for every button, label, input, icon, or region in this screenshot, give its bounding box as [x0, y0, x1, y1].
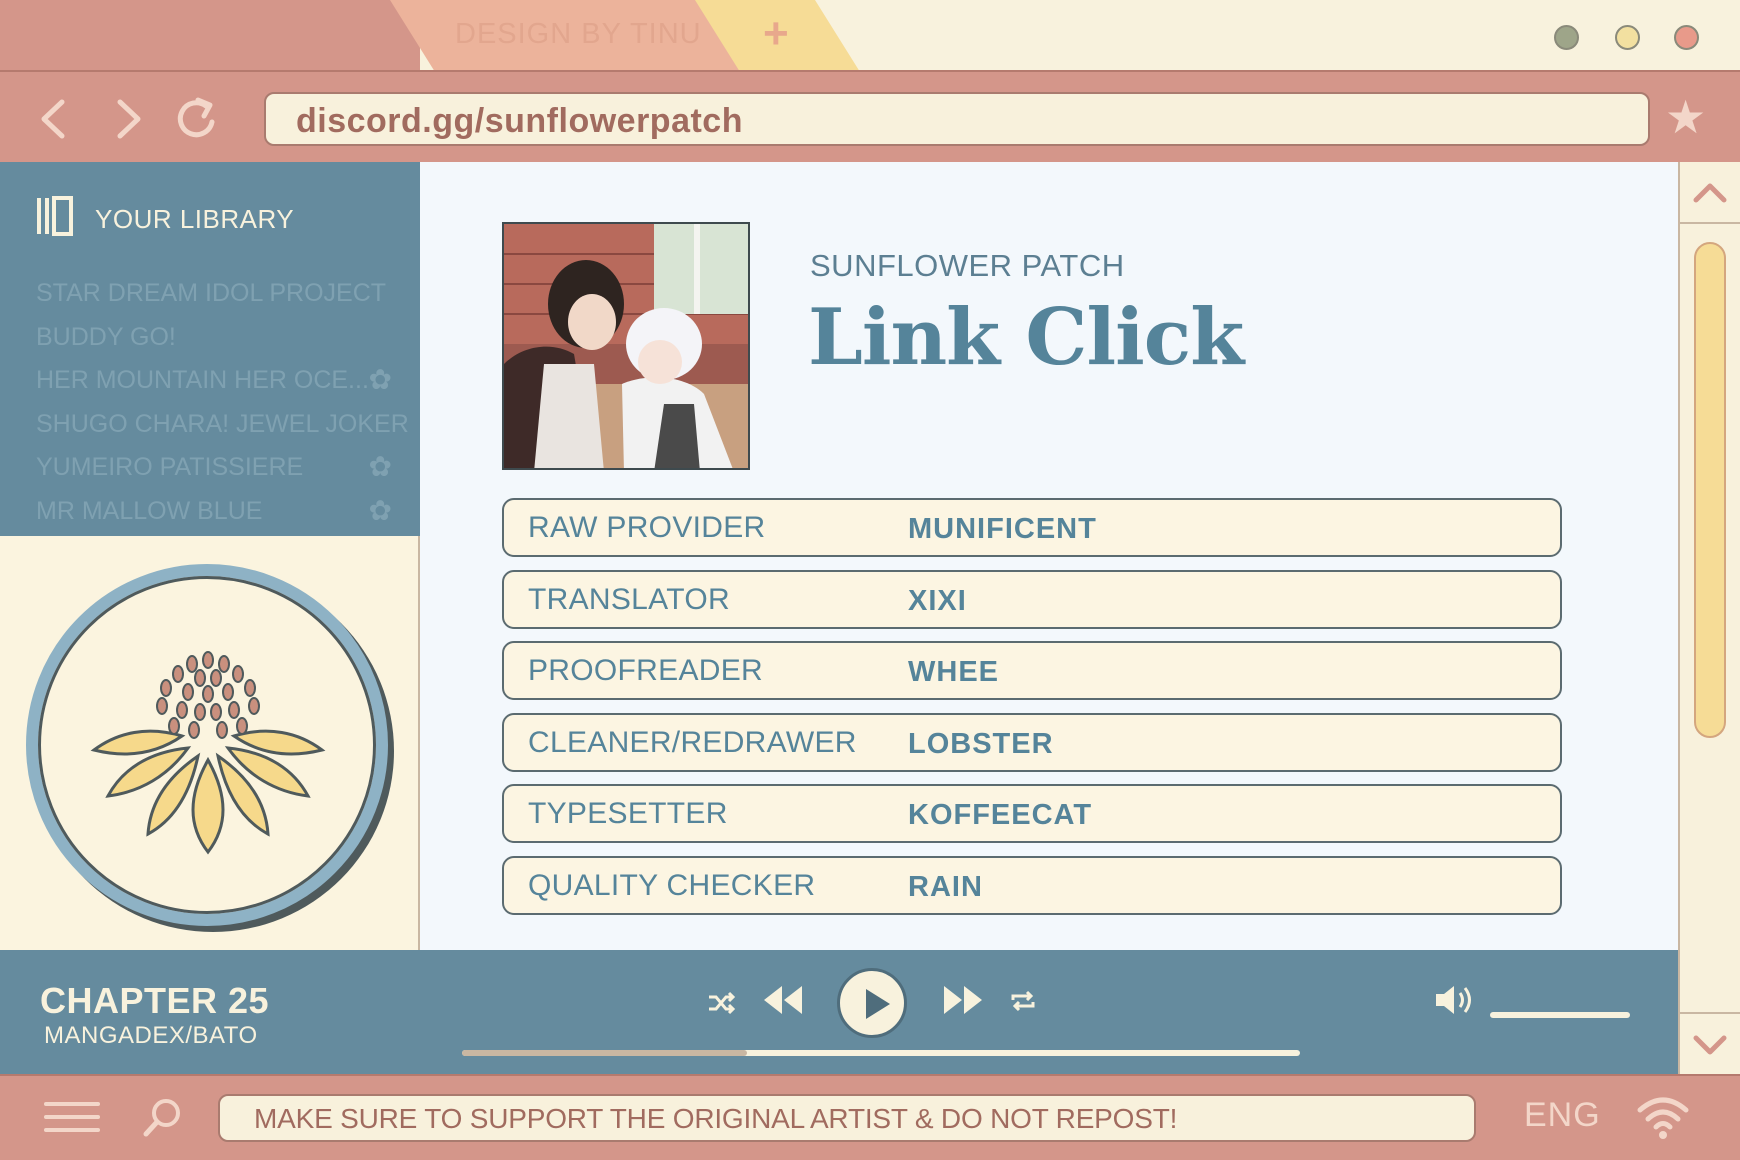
library-item-label: SHUGO CHARA! JEWEL JOKER	[36, 409, 409, 438]
shuffle-button[interactable]	[706, 988, 736, 1025]
fast-forward-button[interactable]	[940, 980, 986, 1029]
forward-button[interactable]	[100, 92, 154, 146]
credit-name: RAIN	[908, 870, 983, 903]
search-icon[interactable]	[140, 1094, 186, 1140]
plus-icon: +	[763, 9, 789, 58]
tab-active[interactable]: DESIGN BY TINU	[390, 0, 740, 72]
cover-image	[502, 222, 750, 470]
library-item[interactable]: BUDDY GO!	[36, 322, 406, 366]
credit-row: CLEANER/REDRAWER LOBSTER	[502, 712, 1562, 772]
library-title: YOUR LIBRARY	[95, 204, 295, 234]
scroll-down-button[interactable]	[1680, 1012, 1740, 1074]
library-item-label: YUMEIRO PATISSIERE	[36, 453, 304, 481]
library-item-label: MR MALLOW BLUE	[36, 496, 263, 525]
shuffle-icon	[709, 991, 736, 1015]
progress-fill	[462, 1050, 747, 1056]
credit-role: PROOFREADER	[528, 654, 763, 687]
scroll-up-button[interactable]	[1680, 162, 1740, 224]
library-item[interactable]: STAR DREAM IDOL PROJECT	[36, 278, 406, 322]
credit-role: QUALITY CHECKER	[528, 868, 816, 902]
logo-panel	[0, 536, 420, 950]
chapter-progress-bar[interactable]	[462, 1050, 1300, 1056]
language-indicator[interactable]: ENG	[1524, 1096, 1601, 1135]
chevron-down-icon	[1693, 1035, 1727, 1055]
credit-role: RAW PROVIDER	[528, 511, 766, 544]
tab-active-label: DESIGN BY TINU	[455, 18, 702, 50]
play-button[interactable]	[837, 968, 907, 1038]
group-name: SUNFLOWER PATCH	[810, 248, 1125, 283]
notice-text: MAKE SURE TO SUPPORT THE ORIGINAL ARTIST…	[254, 1103, 1178, 1134]
tab-strip-left	[0, 0, 420, 72]
scroll-thumb[interactable]	[1694, 242, 1726, 738]
library-item[interactable]: HER MOUNTAIN HER OCE... ✿	[36, 365, 406, 409]
play-icon	[866, 989, 890, 1019]
flower-icon: ✿	[368, 451, 392, 482]
cover-art	[504, 224, 748, 468]
library-item-label: STAR DREAM IDOL PROJECT	[36, 279, 387, 307]
library-icon	[37, 196, 73, 236]
source-label: MANGADEX/BATO	[44, 1022, 258, 1049]
sunflower-icon	[90, 651, 326, 855]
flower-icon: ✿	[368, 494, 392, 526]
reload-button[interactable]	[170, 92, 224, 146]
main-content: SUNFLOWER PATCH Link Click RAW PROVIDER …	[420, 162, 1678, 950]
notice-bar: MAKE SURE TO SUPPORT THE ORIGINAL ARTIST…	[218, 1094, 1476, 1142]
credit-role: CLEANER/REDRAWER	[528, 725, 857, 759]
volume-icon	[1436, 986, 1471, 1014]
library-list: STAR DREAM IDOL PROJECT BUDDY GO! HER MO…	[36, 278, 409, 540]
reload-icon	[177, 97, 215, 138]
chapter-label: CHAPTER 25	[40, 980, 270, 1021]
flower-icon: ✿	[368, 364, 392, 395]
tab-strip: DESIGN BY TINU +	[0, 0, 1740, 72]
credit-role: TRANSLATOR	[528, 582, 730, 616]
credit-row: PROOFREADER WHEE	[502, 641, 1562, 700]
credit-role: TYPESETTER	[528, 797, 728, 830]
forward-icon	[117, 99, 141, 139]
credit-row: QUALITY CHECKER RAIN	[502, 855, 1562, 915]
rewind-button[interactable]	[760, 980, 806, 1029]
library-item[interactable]: YUMEIRO PATISSIERE ✿	[36, 452, 406, 496]
fast-forward-icon	[944, 986, 982, 1014]
credit-row: RAW PROVIDER MUNIFICENT	[502, 498, 1562, 557]
library-sidebar: YOUR LIBRARY STAR DREAM IDOL PROJECT BUD…	[0, 162, 420, 536]
back-button[interactable]	[28, 92, 82, 146]
back-icon	[41, 99, 65, 139]
scrollbar[interactable]	[1678, 162, 1740, 1074]
chevron-up-icon	[1693, 183, 1727, 203]
volume-slider[interactable]	[1490, 1012, 1630, 1018]
address-bar[interactable]: discord.gg/sunflowerpatch	[264, 92, 1650, 146]
minimize-button[interactable]	[1554, 25, 1579, 50]
series-title: Link Click	[808, 292, 1244, 383]
taskbar: MAKE SURE TO SUPPORT THE ORIGINAL ARTIST…	[0, 1074, 1740, 1160]
credits-list: RAW PROVIDER MUNIFICENT TRANSLATOR XIXI …	[502, 498, 1562, 927]
library-item-label: HER MOUNTAIN HER OCE...	[36, 366, 369, 394]
navigation-bar: discord.gg/sunflowerpatch ★	[0, 70, 1740, 162]
volume-button[interactable]	[1432, 980, 1478, 1030]
rewind-icon	[764, 986, 802, 1014]
credit-name: XIXI	[908, 584, 967, 617]
sunflower-logo	[26, 564, 388, 926]
library-item[interactable]: MR MALLOW BLUE ✿	[36, 494, 406, 540]
library-item-label: BUDDY GO!	[36, 322, 176, 351]
credit-name: LOBSTER	[908, 727, 1054, 760]
player-bar: CHAPTER 25 MANGADEX/BATO	[0, 950, 1678, 1074]
credit-name: WHEE	[908, 656, 999, 688]
credit-name: KOFFEECAT	[908, 799, 1093, 831]
close-button[interactable]	[1674, 25, 1699, 50]
url-text: discord.gg/sunflowerpatch	[296, 102, 743, 140]
credit-row: TRANSLATOR XIXI	[502, 569, 1562, 629]
repeat-button[interactable]	[1008, 986, 1038, 1023]
credit-name: MUNIFICENT	[908, 513, 1097, 545]
menu-icon[interactable]	[44, 1102, 100, 1136]
repeat-icon	[1011, 990, 1035, 1012]
bookmark-star-icon[interactable]: ★	[1665, 90, 1706, 144]
library-item[interactable]: SHUGO CHARA! JEWEL JOKER	[36, 409, 409, 453]
wifi-icon[interactable]	[1636, 1092, 1690, 1142]
maximize-button[interactable]	[1615, 25, 1640, 50]
credit-row: TYPESETTER KOFFEECAT	[502, 784, 1562, 843]
